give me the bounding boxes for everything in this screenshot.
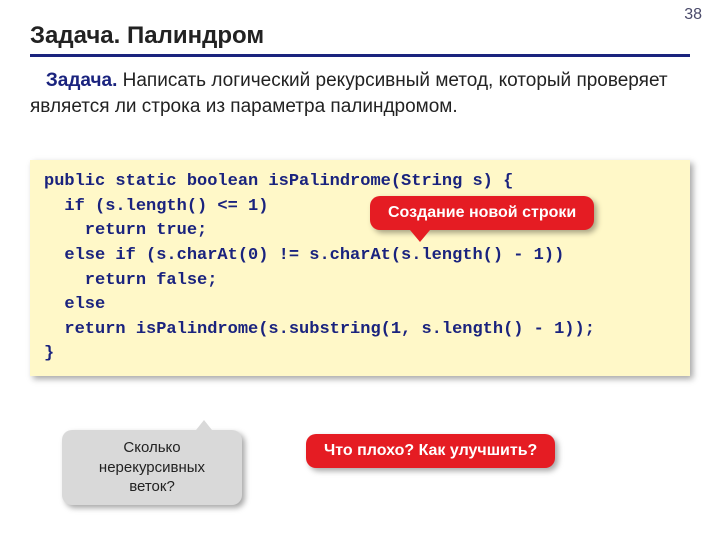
callout-branches: Сколько нерекурсивных веток?: [62, 430, 242, 505]
title-underline: [30, 54, 690, 57]
problem-text: Написать логический рекурсивный метод, к…: [30, 70, 668, 117]
callout-new-string: Создание новой строки: [370, 196, 594, 230]
code-block: public static boolean isPalindrome(Strin…: [30, 160, 690, 376]
page-number: 38: [684, 6, 702, 24]
problem-lead: Задача.: [46, 70, 118, 91]
callout-improve: Что плохо? Как улучшить?: [306, 434, 555, 468]
problem-statement: Задача. Написать логический рекурсивный …: [30, 68, 680, 119]
slide-title: Задача. Палиндром: [30, 22, 264, 50]
